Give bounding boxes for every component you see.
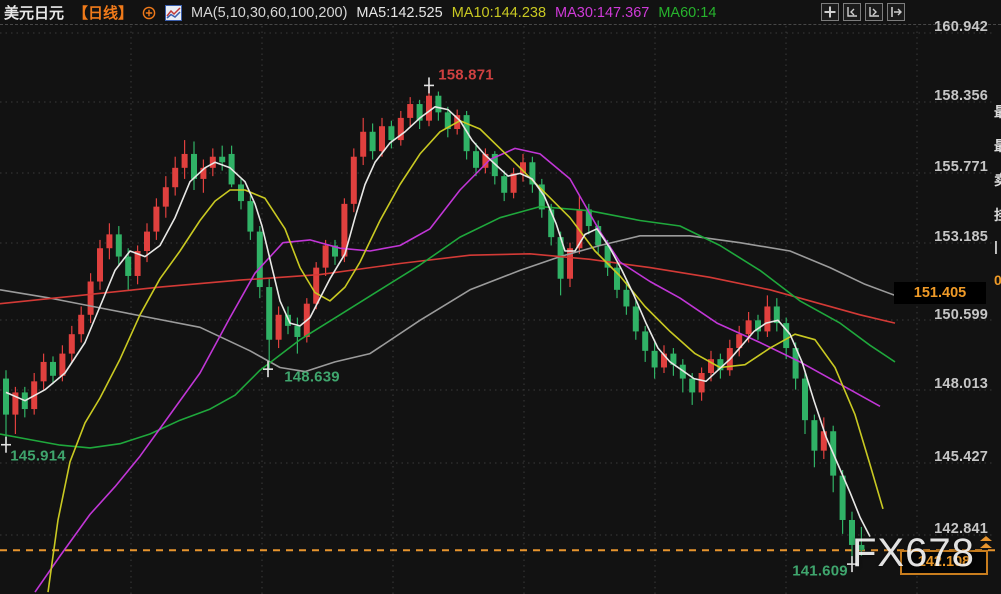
ma-line-MA10 [48,121,883,592]
header-divider [0,24,1001,25]
candle-body [106,234,112,248]
candle-body [689,379,695,393]
price-level-tag: 151.405 [894,282,986,304]
candle-body [360,132,366,157]
candle-body [116,234,122,256]
candle-body [69,334,75,353]
candle-body [276,315,282,340]
clipped-panel-char: 挂 [994,205,1001,225]
ma-group-label[interactable]: MA(5,10,30,60,100,200) [191,5,347,21]
ma-line-MA5 [6,107,870,537]
ma30-value: MA30:147.367 [555,5,649,21]
price-annotation: 145.914 [10,448,66,465]
candle-body [802,379,808,421]
clipped-panel-char: 0 [994,272,1001,288]
candle-body [388,126,394,140]
candle-body [642,331,648,350]
candle-body [238,184,244,201]
candle-body [351,157,357,204]
clipped-panel-char: 最 [994,102,1001,122]
ma10-value: MA10:144.238 [452,5,546,21]
price-axis-label: 150.599 [898,307,988,323]
chart-canvas[interactable] [0,0,1001,594]
candle-body [840,476,846,520]
candle-body [125,257,131,276]
axis-scale-left-icon[interactable] [843,3,861,21]
candle-body [97,248,103,281]
price-annotation: 148.639 [284,369,340,386]
ma5-value: MA5:142.525 [356,5,442,21]
candle-body [144,232,150,251]
candle-body [50,362,56,376]
candle-body [652,351,658,368]
clipped-panel-char: | [994,238,1001,254]
candle-body [435,96,441,113]
candle-body [266,287,272,340]
candle-body [407,104,413,118]
clipped-panel-char: 卖 [994,170,1001,190]
ma-line-MA100 [0,254,895,323]
candle-body [313,268,319,304]
price-annotation: 141.609 [792,563,848,580]
candle-body [379,126,385,151]
price-alert-icon[interactable] [977,536,995,557]
price-axis-label: 158.356 [898,88,988,104]
circle-plus-icon[interactable] [142,6,156,20]
candle-body [464,115,470,151]
chart-window: 美元日元 【日线】 MA(5,10,30,60,100,200) MA5:142… [0,0,1001,594]
price-axis-label: 155.771 [898,159,988,175]
price-axis-label: 148.013 [898,376,988,392]
candle-body [163,187,169,206]
move-crosshair-icon[interactable] [821,3,839,21]
ma-line-MA30 [35,148,880,592]
candle-body [426,96,432,121]
candle-body [172,168,178,187]
candle-body [88,282,94,315]
candle-body [219,157,225,163]
chart-header: 美元日元 【日线】 MA(5,10,30,60,100,200) MA5:142… [4,2,716,23]
candle-body [182,154,188,168]
price-annotation: 158.871 [438,67,494,84]
candle-body [501,176,507,193]
candle-body [370,132,376,151]
exit-chart-icon[interactable] [887,3,905,21]
ma-line-MA200 [0,236,895,372]
clipped-panel-char: 最 [994,136,1001,156]
candle-body [633,306,639,331]
timeframe-label[interactable]: 【日线】 [73,2,133,23]
candle-body [41,362,47,381]
candle-body [699,373,705,392]
ma-chart-icon[interactable] [165,5,182,21]
axis-scale-right-icon[interactable] [865,3,883,21]
fx678-watermark: FX678 [852,531,975,576]
candle-body [153,207,159,232]
candle-body [764,306,770,331]
candle-body [746,320,752,334]
candle-body [78,315,84,334]
candle-body [811,420,817,451]
symbol-name: 美元日元 [4,2,64,23]
price-axis-label: 160.942 [898,19,988,35]
candle-body [247,201,253,232]
candle-body [323,245,329,267]
candle-body [3,379,9,415]
candle-body [294,326,300,337]
price-axis-label: 153.185 [898,229,988,245]
price-axis-label: 145.427 [898,449,988,465]
candle-body [473,151,479,168]
ma60-value: MA60:14 [658,5,716,21]
chart-toolbar [821,3,905,21]
candle-body [511,173,517,192]
candle-body [623,290,629,307]
